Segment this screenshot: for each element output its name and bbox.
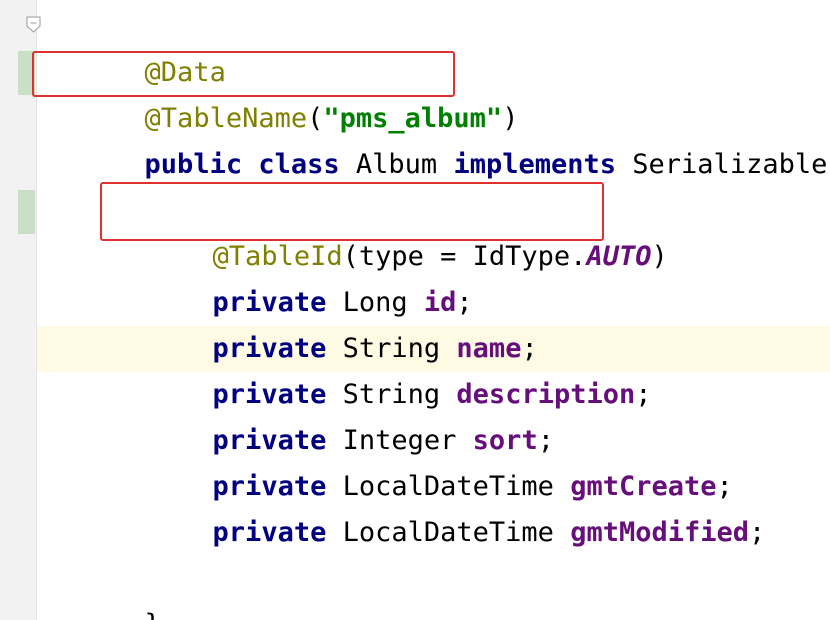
fold-icon[interactable] [26,16,41,34]
class-name: Album [355,149,438,180]
field-type: String [342,333,441,364]
field-type: Long [342,287,408,318]
keyword-implements: implements [453,149,617,180]
field-name-gmtcreate: gmtCreate [570,471,717,502]
keyword-class: class [258,149,340,180]
field-semicolon: ; [456,287,473,318]
keyword-public: public [144,149,243,180]
tableid-annotation: @TableId [212,241,343,272]
data-annotation: @Data [144,57,226,88]
field-semicolon: ; [537,425,554,456]
change-marker-tablename[interactable] [18,51,35,95]
field-semicolon: ; [716,471,733,502]
field-name-gmtmodified: gmtModified [570,517,750,548]
field-modifier: private [212,379,327,410]
field-modifier: private [212,517,327,548]
field-type: LocalDateTime [342,471,554,502]
tableid-close-paren: ) [651,241,668,272]
code-area[interactable]: @Data @TableName("pms_album") public cla… [47,4,830,620]
table-name-string: "pms_album" [323,103,503,134]
class-close-brace: } [145,609,161,620]
field-modifier: private [212,425,327,456]
field-name-id: id [423,287,457,318]
field-type: String [342,379,441,410]
field-name-description: description [456,379,636,410]
field-modifier: private [212,333,327,364]
field-name-sort: sort [472,425,538,456]
editor-gutter[interactable] [0,0,41,620]
tablename-close-paren: ) [502,103,519,134]
tablename-annotation: @TableName [144,103,308,134]
field-type: Integer [342,425,457,456]
field-semicolon: ; [749,517,766,548]
field-name-name: name [456,333,522,364]
field-modifier: private [212,471,327,502]
field-semicolon: ; [635,379,652,410]
field-type: LocalDateTime [342,517,554,548]
field-semicolon: ; [521,333,538,364]
code-editor[interactable]: @Data @TableName("pms_album") public cla… [0,0,830,620]
tablename-open-paren: ( [307,103,324,134]
code-line-tableid-annotation: @TableId(type = IdType.AUTO) [47,188,830,272]
field-modifier: private [212,287,327,318]
tableid-arguments: (type = IdType. [342,241,587,272]
interface-name: Serializable [632,149,828,180]
idtype-auto-constant: AUTO [586,241,652,272]
code-line-data-annotation: @Data [47,4,830,88]
change-marker-tableid[interactable] [18,190,35,234]
